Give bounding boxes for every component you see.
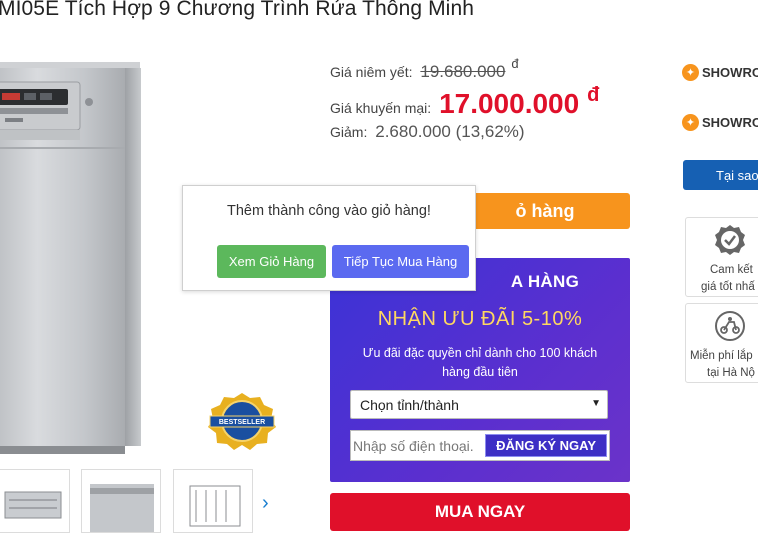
bestseller-badge: BESTSELLER [207, 392, 277, 450]
location-pin-icon: ✦ [682, 64, 699, 81]
list-price-currency: đ [511, 56, 519, 71]
register-button[interactable]: ĐĂNG KÝ NGAY [485, 434, 607, 457]
promo-offer: NHẬN ƯU ĐÃI 5-10% [377, 308, 583, 330]
thumbnail-3[interactable] [173, 469, 253, 533]
free-install-line1: Miễn phí lắp [690, 350, 753, 362]
showroom-link-2[interactable]: ✦ SHOWRO [682, 114, 758, 131]
showroom-label-1: SHOWRO [702, 65, 758, 80]
view-cart-button[interactable]: Xem Giỏ Hàng [217, 245, 326, 278]
buy-now-button[interactable]: MUA NGAY [330, 493, 630, 531]
popup-message: Thêm thành công vào giỏ hàng! [227, 203, 431, 219]
why-choose-label: Tại sao [716, 167, 758, 183]
discount-value: 2.680.000 (13,62%) [375, 122, 525, 141]
phone-input-placeholder: Nhập số điện thoại. [353, 438, 474, 454]
province-select[interactable]: Chọn tỉnh/thành ▼ [350, 390, 608, 419]
price-commit-line2: giá tốt nhấ [701, 281, 755, 293]
list-price-row: Giá niêm yết: 19.680.000 đ [330, 56, 519, 82]
sale-price-currency: đ [587, 84, 600, 106]
list-price-label: Giá niêm yết: [330, 64, 413, 80]
thumbnail-1[interactable] [0, 469, 70, 533]
why-choose-button[interactable]: Tại sao [683, 160, 758, 190]
add-to-cart-label: ỏ hàng [515, 200, 575, 221]
chevron-right-icon[interactable]: › [262, 493, 269, 513]
free-install-line2: tại Hà Nộ [707, 367, 755, 379]
discount-label: Giảm: [330, 124, 368, 140]
showroom-label-2: SHOWRO [702, 115, 758, 130]
product-title: MI05E Tích Hợp 9 Chương Trình Rửa Thông … [0, 0, 474, 20]
price-commit-card: Cam kết giá tốt nhấ [685, 217, 758, 297]
sale-price: 17.000.000 [439, 88, 580, 119]
showroom-link-1[interactable]: ✦ SHOWRO [682, 64, 758, 81]
product-image[interactable] [0, 62, 142, 454]
badge-check-icon [715, 225, 745, 255]
buy-now-label: MUA NGAY [434, 502, 526, 521]
sale-price-label: Giá khuyến mại: [330, 100, 432, 116]
list-price: 19.680.000 [420, 62, 506, 81]
location-pin-icon: ✦ [682, 114, 699, 131]
free-install-card: Miễn phí lắp tại Hà Nộ [685, 303, 758, 383]
province-select-value: Chọn tỉnh/thành [360, 396, 459, 413]
sale-price-row: Giá khuyến mại: 17.000.000 đ [330, 84, 599, 120]
discount-row: Giảm: 2.680.000 (13,62%) [330, 122, 525, 142]
dropdown-caret-icon: ▼ [591, 398, 601, 409]
continue-shopping-button[interactable]: Tiếp Tục Mua Hàng [332, 245, 469, 278]
add-to-cart-popup: Thêm thành công vào giỏ hàng! Xem Giỏ Hà… [182, 185, 476, 291]
svg-text:BESTSELLER: BESTSELLER [219, 419, 265, 426]
thumbnail-2[interactable] [81, 469, 161, 533]
promo-panel: A HÀNG NHẬN ƯU ĐÃI 5-10% Ưu đãi đặc quyề… [330, 258, 630, 482]
phone-input[interactable]: Nhập số điện thoại. ĐĂNG KÝ NGAY [350, 430, 610, 461]
free-install-icon [715, 311, 745, 341]
price-commit-line1: Cam kết [710, 264, 753, 276]
promo-description: Ưu đãi đặc quyền chỉ dành cho 100 khách … [362, 346, 598, 379]
